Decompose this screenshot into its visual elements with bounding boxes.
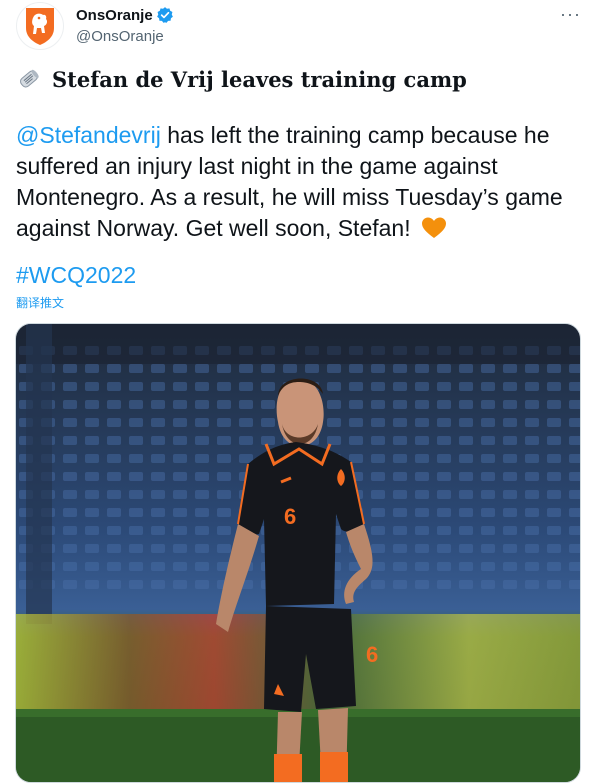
author-handle[interactable]: @OnsOranje <box>76 28 164 45</box>
tweet-body: @Stefandevrij has left the training camp… <box>16 120 586 244</box>
more-options-button[interactable]: ··· <box>560 4 581 25</box>
tweet-photo[interactable]: 6 6 <box>15 323 581 783</box>
tweet-headline: Stefan de Vrij leaves training camp <box>16 66 467 92</box>
jersey-number: 6 <box>284 504 296 529</box>
verified-badge-icon <box>156 6 174 24</box>
display-name[interactable]: OnsOranje <box>76 7 153 24</box>
orange-heart-icon <box>422 217 446 238</box>
hashtag-link[interactable]: #WCQ2022 <box>16 262 136 289</box>
author-row: OnsOranje <box>76 6 174 24</box>
mention-link[interactable]: @Stefandevrij <box>16 122 161 148</box>
headline-text: Stefan de Vrij leaves training camp <box>52 66 467 92</box>
avatar[interactable] <box>16 2 64 50</box>
translate-tweet-link[interactable]: 翻译推文 <box>16 294 64 311</box>
rolled-newspaper-icon <box>20 69 39 88</box>
shorts-number: 6 <box>366 642 378 667</box>
knvb-lion-crest-icon <box>26 8 54 45</box>
tweet: OnsOranje @OnsOranje ··· Stefan de Vrij … <box>0 0 599 783</box>
football-player-photo: 6 6 <box>16 324 580 782</box>
